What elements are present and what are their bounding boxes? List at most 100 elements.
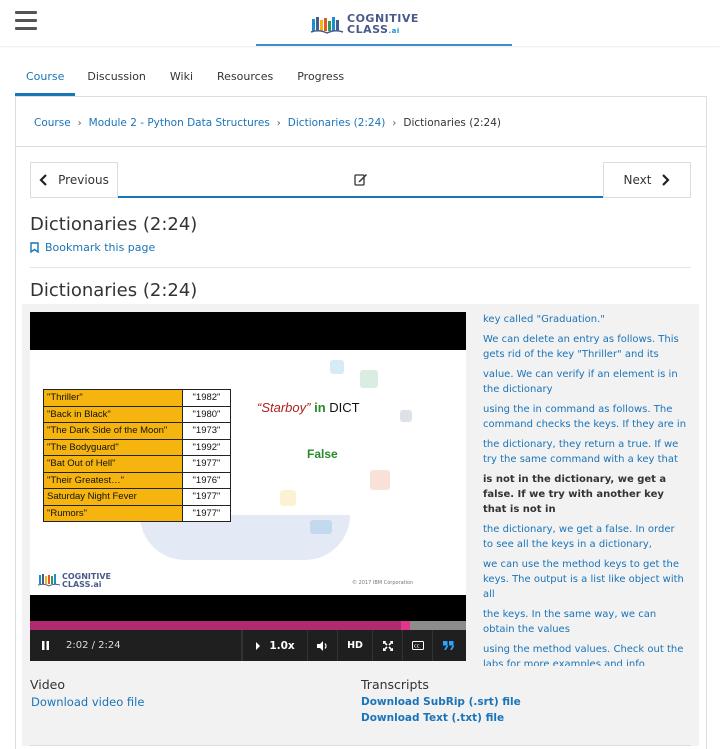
hamburger-menu-icon[interactable] — [15, 11, 37, 31]
top-bar: COGNITIVE CLASS.ai — [0, 0, 720, 46]
table-row: "The Bodyguard" "1992" — [43, 438, 231, 456]
breadcrumb-current: Dictionaries (2:24) — [403, 117, 502, 129]
transcript-line[interactable]: the dictionary, we get a false. In order… — [475, 522, 695, 552]
cognitive-class-logo[interactable]: COGNITIVE CLASS.ai — [310, 12, 419, 38]
closed-captions-button[interactable]: cc — [403, 630, 433, 661]
song-year: "1977" — [182, 488, 231, 506]
sequence-unit-tab[interactable] — [118, 162, 603, 198]
logo-text: COGNITIVE CLASS.ai — [347, 13, 419, 37]
sequence-nav: Previous Next — [30, 162, 691, 198]
chevron-right-icon — [662, 174, 671, 186]
song-year: "1982" — [182, 389, 231, 407]
fullscreen-icon — [382, 640, 393, 651]
slide-logo-line2: CLASS.ai — [62, 580, 102, 589]
bookmark-button[interactable]: Bookmark this page — [30, 241, 155, 254]
download-video-link[interactable]: Download video file — [31, 695, 144, 709]
transcript-panel[interactable]: key called "Graduation." We can delete an… — [475, 312, 695, 666]
song-name: "Bat Out of Hell" — [43, 455, 183, 473]
edit-icon — [353, 173, 367, 186]
transcript-line[interactable]: value. We can verify if an element is in… — [475, 367, 695, 397]
expression-key: “Starboy” — [257, 400, 311, 415]
tab-wiki[interactable]: Wiki — [158, 60, 205, 96]
next-label: Next — [623, 173, 652, 187]
breadcrumb-course[interactable]: Course — [34, 117, 71, 129]
divider — [16, 146, 706, 147]
tab-progress[interactable]: Progress — [285, 60, 356, 96]
table-row: "Their Greatest…" "1976" — [43, 471, 231, 489]
transcript-line[interactable]: using the method values. Check out the l… — [475, 642, 695, 666]
pause-button[interactable] — [30, 630, 60, 661]
table-row: "Back in Black" "1980" — [43, 405, 231, 423]
pause-icon — [41, 641, 49, 650]
song-year: "1977" — [182, 504, 231, 522]
caret-right-icon — [256, 641, 261, 650]
download-srt-link[interactable]: Download SubRip (.srt) file — [361, 696, 521, 708]
song-year: "1980" — [182, 405, 231, 423]
song-name: Saturday Night Fever — [43, 488, 183, 506]
download-txt-link[interactable]: Download Text (.txt) file — [361, 712, 504, 724]
open-book-icon — [38, 574, 60, 587]
table-row: "Thriller" "1982" — [43, 389, 231, 407]
volume-button[interactable] — [308, 630, 338, 661]
breadcrumb-separator: › — [392, 117, 397, 129]
transcript-line[interactable]: key called "Graduation." — [475, 312, 695, 327]
previous-button[interactable]: Previous — [30, 162, 118, 198]
decor-shape — [400, 410, 412, 422]
hd-button[interactable]: HD — [338, 630, 373, 661]
video-frame: "Thriller" "1982" "Back in Black" "1980" "… — [30, 350, 466, 595]
transcript-line[interactable]: the keys. In the same way, we can obtain… — [475, 607, 695, 637]
song-name: "Rumors" — [43, 504, 183, 522]
song-name: "Thriller" — [43, 389, 183, 407]
video-player[interactable]: "Thriller" "1982" "Back in Black" "1980" "… — [30, 312, 466, 661]
song-name: "Their Greatest…" — [43, 471, 183, 489]
tab-discussion[interactable]: Discussion — [75, 60, 158, 96]
svg-text:cc: cc — [414, 644, 420, 650]
breadcrumb-section[interactable]: Dictionaries (2:24) — [288, 117, 386, 129]
unit-title: Dictionaries (2:24) — [30, 214, 198, 235]
table-row: "The Dark Side of the Moon" "1973" — [43, 422, 231, 440]
slide-logo: COGNITIVE CLASS.ai — [38, 573, 111, 589]
decor-shape — [330, 360, 344, 374]
transcript-line[interactable]: is not in the dictionary, we get a false… — [475, 472, 695, 517]
previous-label: Previous — [58, 173, 109, 187]
breadcrumb-module[interactable]: Module 2 - Python Data Structures — [89, 117, 270, 129]
logo-suffix: .ai — [388, 27, 400, 35]
transcript-toggle-button[interactable] — [433, 630, 463, 661]
tab-course[interactable]: Course — [15, 60, 76, 96]
song-name: "The Dark Side of the Moon" — [43, 422, 183, 440]
course-tabs: Course Discussion Wiki Resources Progres… — [15, 60, 356, 96]
table-row: "Rumors" "1977" — [43, 504, 231, 522]
song-year: "1973" — [182, 422, 231, 440]
video-title: Dictionaries (2:24) — [30, 280, 198, 301]
transcript-line[interactable]: using the in command as follows. The com… — [475, 402, 695, 432]
tab-resources[interactable]: Resources — [205, 60, 285, 96]
transcript-line[interactable]: We can delete an entry as follows. This … — [475, 332, 695, 362]
progress-handle[interactable] — [400, 621, 410, 630]
open-book-icon — [310, 17, 344, 34]
volume-icon — [317, 640, 327, 651]
bookmark-label: Bookmark this page — [45, 241, 156, 254]
logo-line2: CLASS — [347, 23, 389, 36]
table-row: "Bat Out of Hell" "1977" — [43, 455, 231, 473]
expression-in: in — [314, 400, 326, 415]
next-button[interactable]: Next — [603, 162, 691, 198]
progress-buffered — [400, 621, 466, 630]
decor-shape — [370, 470, 390, 490]
song-name: "The Bodyguard" — [43, 438, 183, 456]
song-year: "1992" — [182, 438, 231, 456]
transcript-line[interactable]: we can use the method keys to get the ke… — [475, 557, 695, 602]
player-controls: 2:02 / 2:24 1.0x HD cc — [30, 630, 466, 661]
expression-result: False — [307, 447, 338, 461]
song-name: "Back in Black" — [43, 405, 183, 423]
video-download-heading: Video — [30, 677, 66, 692]
divider — [30, 267, 691, 268]
video-progress-bar[interactable] — [30, 621, 466, 630]
fullscreen-button[interactable] — [373, 630, 403, 661]
bookmark-icon — [30, 242, 39, 253]
table-row: Saturday Night Fever "1977" — [43, 488, 231, 506]
transcript-line[interactable]: the dictionary, they return a true. If w… — [475, 437, 695, 467]
logo-underline — [256, 44, 512, 46]
progress-played — [30, 621, 401, 630]
divider — [30, 745, 691, 746]
speed-button[interactable]: 1.0x — [242, 630, 308, 661]
